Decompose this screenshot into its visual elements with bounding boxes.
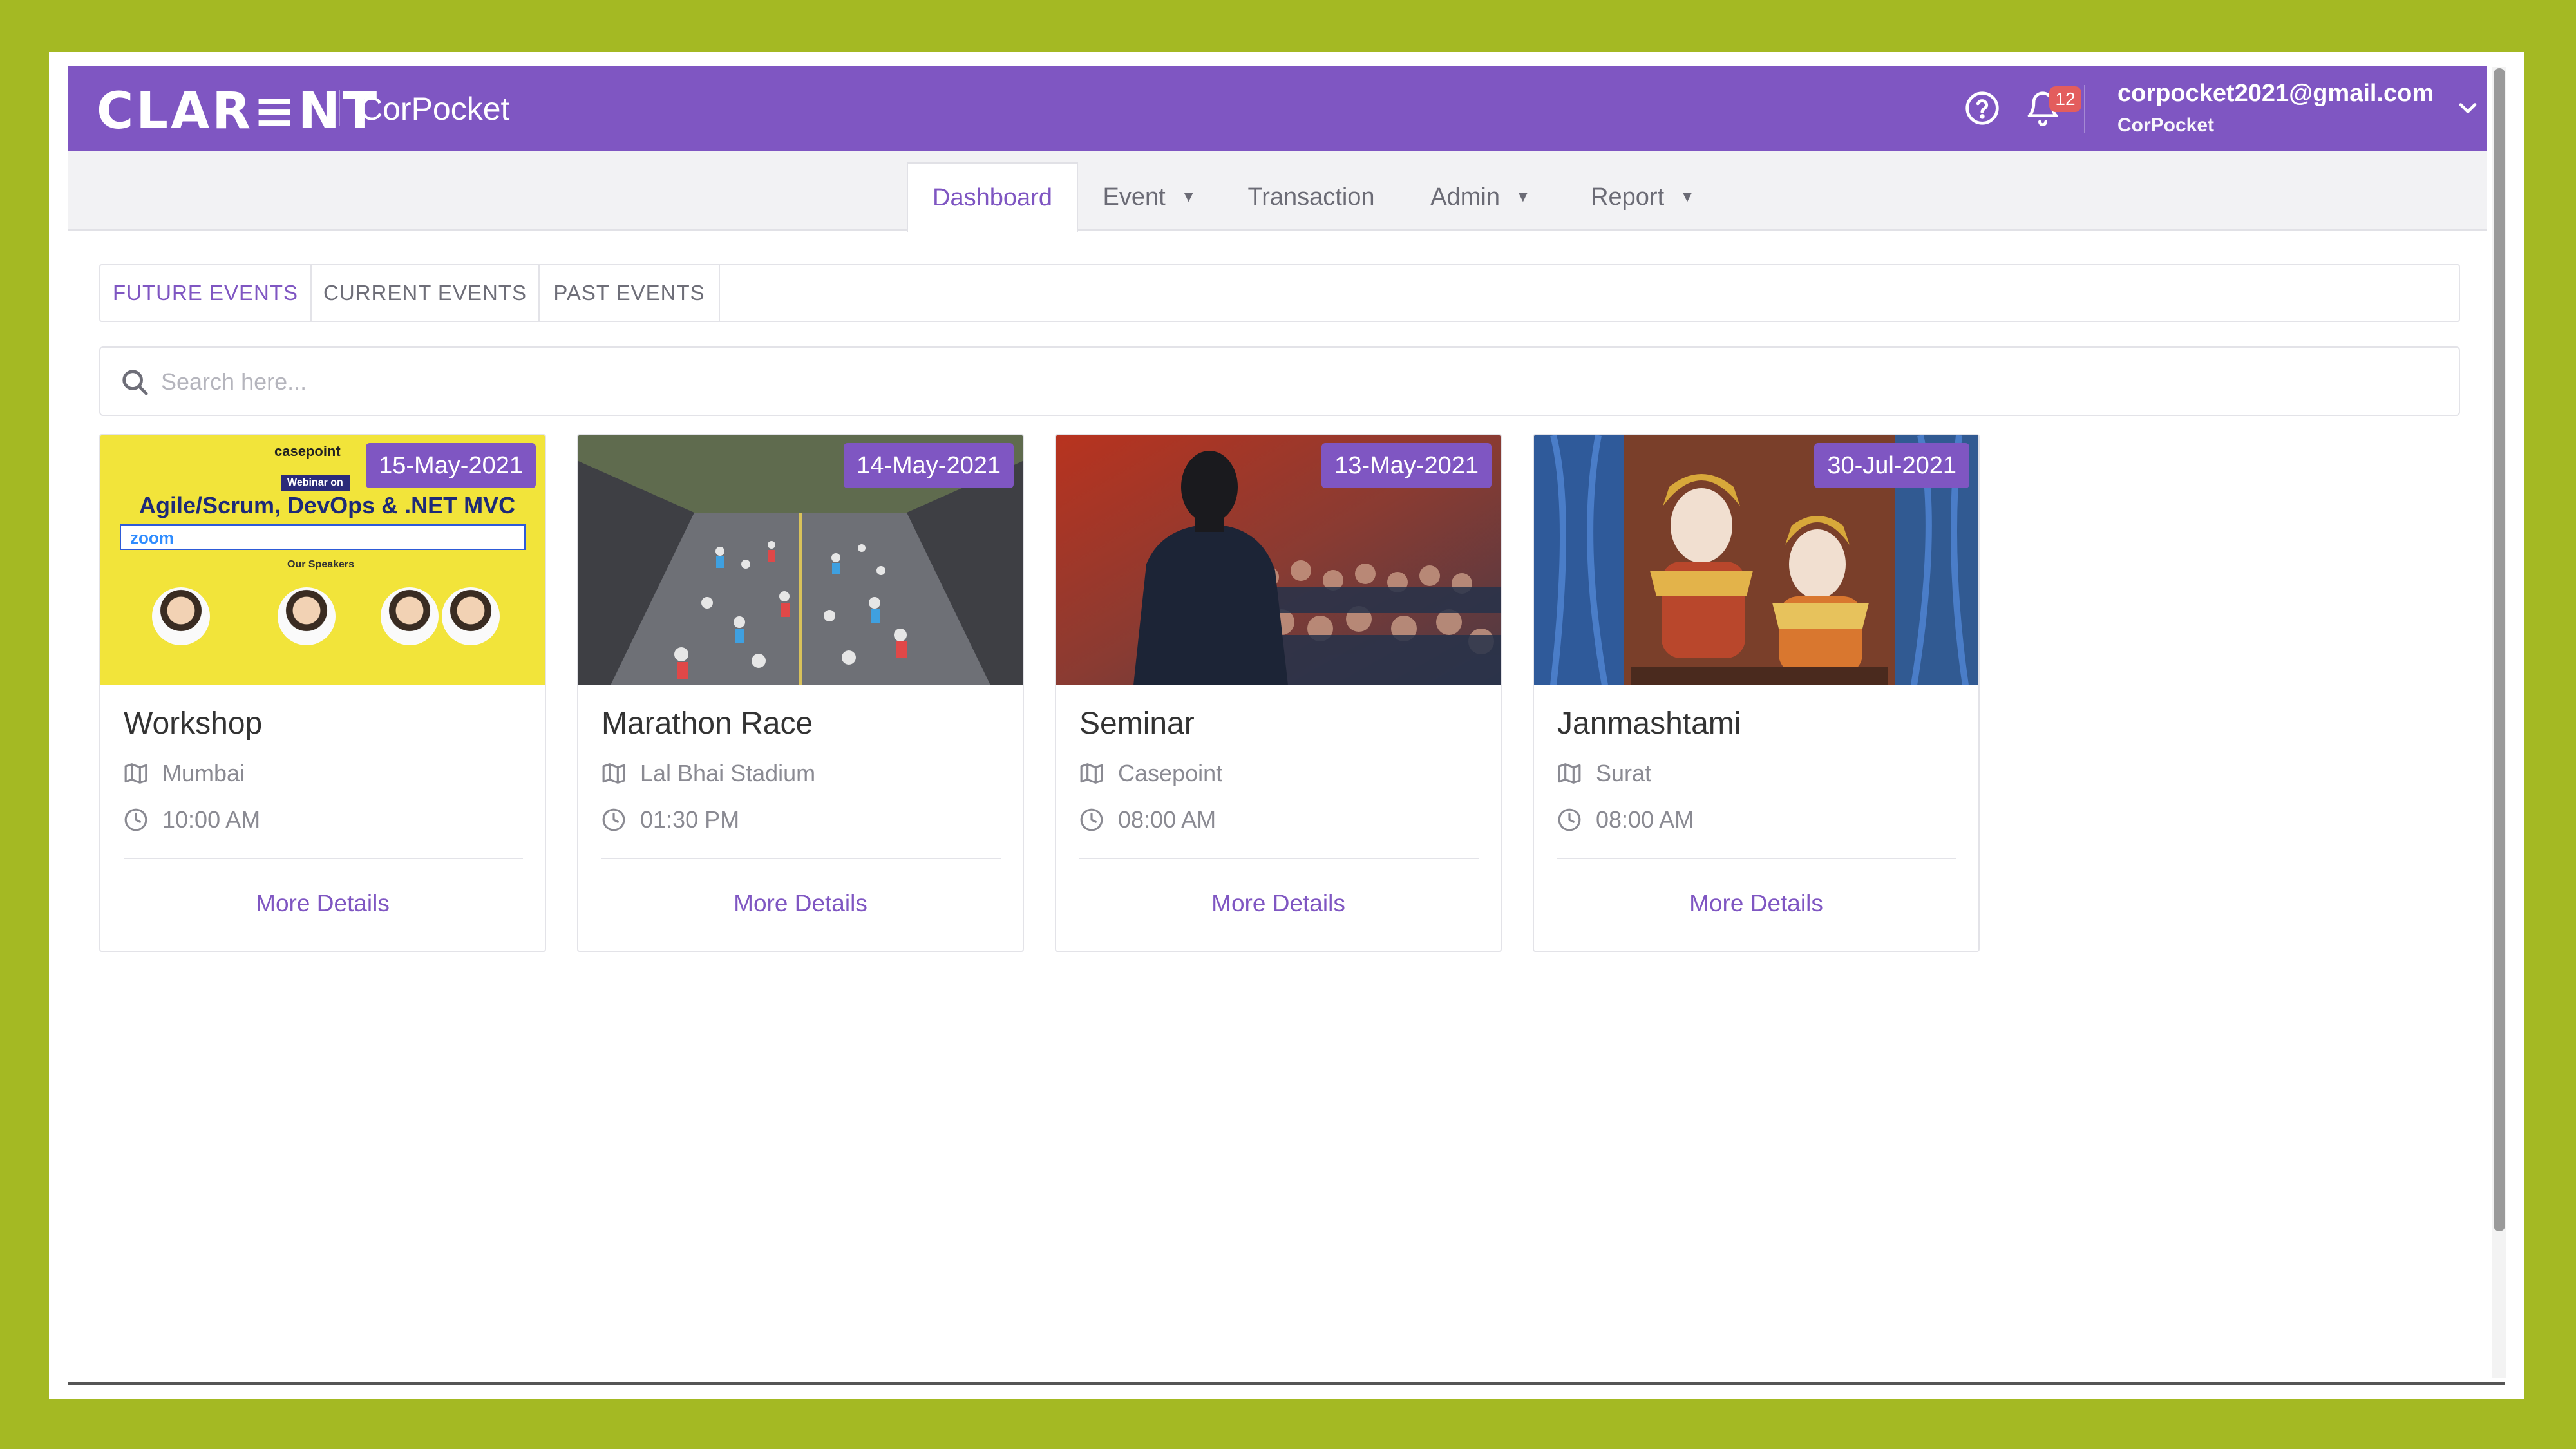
event-time-text: 08:00 AM	[1118, 806, 1217, 833]
poster-webinar: Webinar on	[281, 475, 350, 491]
main-nav: Dashboard Event ▼ Transaction Admin ▼ Re…	[68, 151, 2487, 232]
scrollbar-thumb[interactable]	[2494, 68, 2505, 1231]
event-tabs: FUTURE EVENTS CURRENT EVENTS PAST EVENTS	[99, 264, 2460, 322]
event-location-text: Casepoint	[1118, 760, 1223, 786]
event-card[interactable]: 13-May-2021 Seminar Casepoint 08:00 AM M…	[1055, 434, 1502, 952]
map-icon	[124, 763, 147, 784]
bottom-divider	[68, 1382, 2505, 1385]
clock-icon	[1080, 808, 1103, 831]
search-icon	[122, 370, 148, 395]
nav-transaction-label: Transaction	[1247, 183, 1375, 211]
nav-dashboard[interactable]: Dashboard	[907, 162, 1078, 232]
more-details-link[interactable]: More Details	[1056, 890, 1501, 917]
event-date-badge: 13-May-2021	[1321, 443, 1492, 488]
poster-zoom-logo: zoom	[130, 528, 174, 547]
poster-speakers-heading: Our Speakers	[287, 559, 355, 570]
map-icon	[1558, 763, 1581, 784]
tab-current-events[interactable]: CURRENT EVENTS	[312, 265, 540, 321]
top-header: CLAR≡NT CorPocket 12 corpocket2021@gmail…	[68, 66, 2487, 151]
app-frame: CLAR≡NT CorPocket 12 corpocket2021@gmail…	[49, 52, 2524, 1399]
event-title: Janmashtami	[1557, 706, 1741, 741]
event-card[interactable]: 30-Jul-2021 Janmashtami Surat 08:00 AM M…	[1533, 434, 1980, 952]
speaker-photo	[381, 587, 439, 645]
card-divider	[124, 858, 523, 859]
event-location-text: Surat	[1596, 760, 1652, 786]
event-image: 30-Jul-2021	[1534, 435, 1978, 685]
card-divider	[1557, 858, 1956, 859]
nav-report-label: Report	[1591, 183, 1665, 211]
chevron-down-icon[interactable]	[2454, 94, 2482, 122]
nav-admin-label: Admin	[1430, 183, 1500, 211]
nav-dashboard-label: Dashboard	[933, 184, 1052, 211]
event-location: Mumbai	[124, 757, 245, 790]
nav-report[interactable]: Report ▼	[1569, 162, 1717, 232]
user-email[interactable]: corpocket2021@gmail.com	[2117, 80, 2434, 108]
clock-icon	[602, 808, 625, 831]
event-location-text: Mumbai	[162, 760, 245, 786]
search-box	[99, 346, 2460, 416]
tab-past-events[interactable]: PAST EVENTS	[540, 265, 720, 321]
event-date-badge: 30-Jul-2021	[1814, 443, 1969, 488]
map-icon	[602, 763, 625, 784]
nav-transaction[interactable]: Transaction	[1221, 162, 1401, 232]
notification-badge: 12	[2049, 86, 2081, 112]
more-details-link[interactable]: More Details	[1534, 890, 1978, 917]
event-location-text: Lal Bhai Stadium	[640, 760, 816, 786]
more-details-link[interactable]: More Details	[578, 890, 1023, 917]
user-org: CorPocket	[2117, 115, 2215, 136]
card-divider	[1079, 858, 1479, 859]
app-name: CorPocket	[359, 91, 510, 127]
more-details-link[interactable]: More Details	[100, 890, 545, 917]
event-image: 14-May-2021	[578, 435, 1023, 685]
caret-down-icon: ▼	[1180, 188, 1197, 205]
event-card[interactable]: 14-May-2021 Marathon Race Lal Bhai Stadi…	[577, 434, 1024, 952]
nav-event[interactable]: Event ▼	[1083, 162, 1216, 232]
event-card[interactable]: casepoint Webinar on Agile/Scrum, DevOps…	[99, 434, 546, 952]
event-location: Lal Bhai Stadium	[601, 757, 815, 790]
event-image: casepoint Webinar on Agile/Scrum, DevOps…	[100, 435, 545, 685]
event-date-badge: 14-May-2021	[844, 443, 1014, 488]
poster-headline: Agile/Scrum, DevOps & .NET MVC	[139, 492, 516, 518]
event-time: 10:00 AM	[124, 804, 260, 836]
event-title: Seminar	[1079, 706, 1195, 741]
logo-divider	[339, 90, 340, 126]
event-time-text: 08:00 AM	[1596, 806, 1694, 833]
event-time-text: 10:00 AM	[162, 806, 261, 833]
speaker-photo	[442, 587, 500, 645]
event-title: Marathon Race	[601, 706, 813, 741]
help-circle-icon[interactable]	[1964, 90, 2000, 126]
event-location: Casepoint	[1079, 757, 1222, 790]
clarent-logo[interactable]: CLAR≡NT	[97, 82, 379, 140]
header-separator	[2084, 85, 2085, 133]
nav-event-label: Event	[1103, 183, 1166, 211]
clock-icon	[124, 808, 147, 831]
event-time: 01:30 PM	[601, 804, 739, 836]
event-location: Surat	[1557, 757, 1651, 790]
card-divider	[601, 858, 1001, 859]
speaker-photo	[278, 587, 336, 645]
event-title: Workshop	[124, 706, 263, 741]
nav-admin[interactable]: Admin ▼	[1408, 162, 1553, 232]
event-time: 08:00 AM	[1079, 804, 1216, 836]
tab-future-events[interactable]: FUTURE EVENTS	[100, 265, 312, 321]
poster-brand: casepoint	[274, 443, 341, 459]
caret-down-icon: ▼	[1515, 188, 1531, 205]
speaker-photo	[152, 587, 210, 645]
search-input[interactable]	[161, 361, 2351, 403]
event-image: 13-May-2021	[1056, 435, 1501, 685]
event-time-text: 01:30 PM	[640, 806, 740, 833]
map-icon	[1080, 763, 1103, 784]
event-time: 08:00 AM	[1557, 804, 1694, 836]
poster-zoom-bar: zoom	[120, 524, 526, 550]
clock-icon	[1558, 808, 1581, 831]
event-date-badge: 15-May-2021	[366, 443, 536, 488]
caret-down-icon: ▼	[1680, 188, 1695, 205]
